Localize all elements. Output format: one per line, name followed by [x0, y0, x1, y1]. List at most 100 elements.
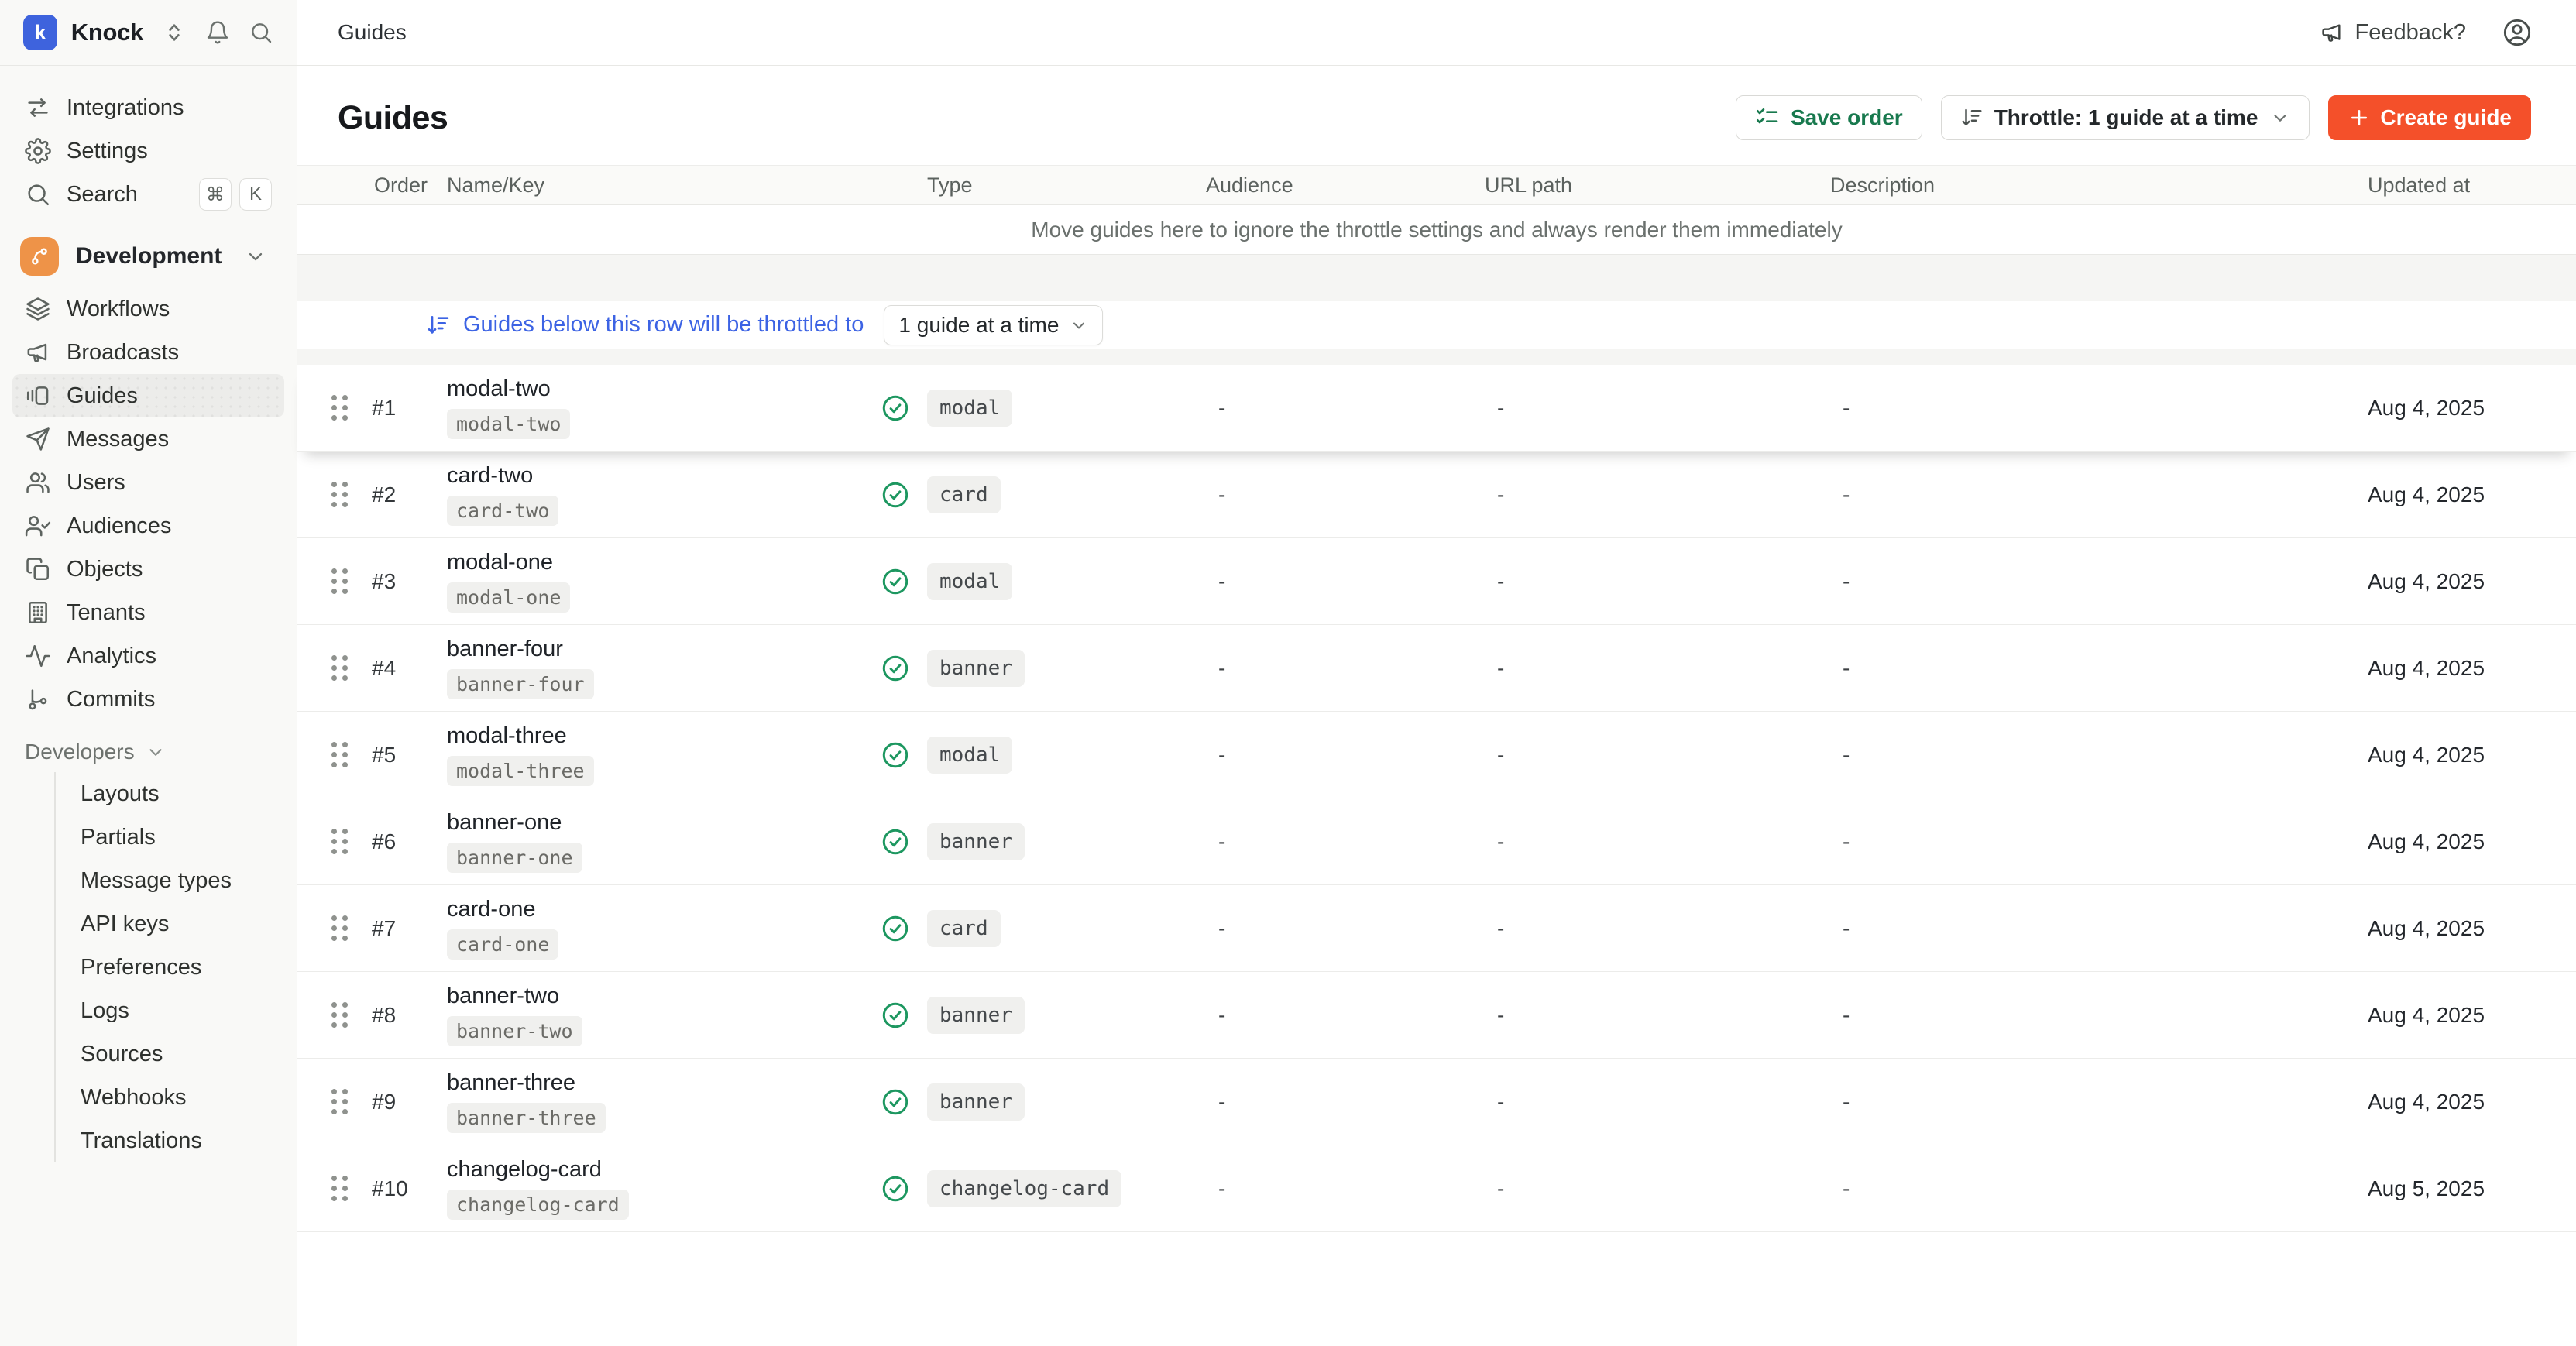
status-cell [881, 393, 927, 423]
guide-row[interactable]: #9 banner-three banner-three banner - - … [297, 1059, 2576, 1145]
guide-row[interactable]: #3 modal-one modal-one modal - - - Aug 4… [297, 538, 2576, 625]
sidebar-subitem-label: Webhooks [81, 1085, 187, 1111]
sidebar-subitem-logs[interactable]: Logs [56, 989, 284, 1032]
name-key-cell: modal-two modal-two [447, 376, 881, 439]
status-cell [881, 1087, 927, 1117]
sidebar: k Knock IntegrationsSettingsSearch⌘K Dev… [0, 0, 297, 1346]
developers-sub-list: Layouts Partials Message types API keys Pref… [54, 772, 284, 1162]
account-avatar-icon[interactable] [2502, 17, 2533, 48]
status-cell [881, 827, 927, 857]
guide-url-path: - [1485, 1003, 1830, 1028]
guide-audience: - [1206, 482, 1485, 507]
guide-row[interactable]: #7 card-one card-one card - - - Aug 4, 2… [297, 885, 2576, 972]
create-guide-label: Create guide [2380, 105, 2512, 130]
drag-handle-icon[interactable] [331, 568, 349, 595]
guide-key-badge: banner-four [447, 669, 594, 699]
type-cell: card [927, 476, 1206, 513]
sidebar-subitem-label: Partials [81, 825, 156, 850]
chevron-down-icon [2270, 108, 2290, 128]
sidebar-item-tenants[interactable]: Tenants [12, 591, 284, 634]
sidebar-item-guides[interactable]: Guides [12, 374, 284, 417]
sidebar-subitem-preferences[interactable]: Preferences [56, 946, 284, 989]
guide-audience: - [1206, 1003, 1485, 1028]
guide-description: - [1830, 1003, 2368, 1028]
drag-handle-icon[interactable] [331, 829, 349, 855]
sidebar-subitem-webhooks[interactable]: Webhooks [56, 1076, 284, 1119]
unthrottled-drop-zone[interactable]: Move guides here to ignore the throttle … [297, 205, 2576, 255]
drop-zone-note: Move guides here to ignore the throttle … [1031, 218, 1842, 242]
sidebar-item-search[interactable]: Search⌘K [12, 173, 284, 216]
sidebar-item-objects[interactable]: Objects [12, 548, 284, 591]
column-header-url-path: URL path [1485, 173, 1830, 197]
drag-handle-icon[interactable] [331, 482, 349, 508]
sidebar-item-integrations[interactable]: Integrations [12, 86, 284, 129]
header-search-icon[interactable] [249, 20, 273, 45]
developers-section-toggle[interactable]: Developers [12, 732, 284, 772]
guide-name: modal-two [447, 376, 881, 402]
sidebar-subitem-layouts[interactable]: Layouts [56, 772, 284, 815]
throttle-button-label: Throttle: 1 guide at a time [1994, 105, 2258, 130]
drag-handle-icon[interactable] [331, 915, 349, 942]
environment-switcher[interactable]: Development [12, 233, 284, 280]
guide-description: - [1830, 916, 2368, 941]
guide-type-badge: modal [927, 563, 1012, 600]
settings-icon [25, 138, 51, 164]
sidebar-item-audiences[interactable]: Audiences [12, 504, 284, 548]
sidebar-item-messages[interactable]: Messages [12, 417, 284, 461]
guide-key-badge: card-two [447, 496, 558, 526]
sidebar-subitem-translations[interactable]: Translations [56, 1119, 284, 1162]
guide-name: changelog-card [447, 1157, 881, 1183]
sidebar-subitem-partials[interactable]: Partials [56, 815, 284, 859]
guide-row[interactable]: #2 card-two card-two card - - - Aug 4, 2… [297, 452, 2576, 538]
status-cell [881, 480, 927, 510]
sidebar-item-label: Search [67, 182, 138, 208]
sidebar-primary-items: Integrations Settings Search⌘K [12, 86, 284, 216]
guide-type-badge: modal [927, 390, 1012, 427]
guide-name: banner-three [447, 1070, 881, 1096]
drag-handle-icon[interactable] [331, 395, 349, 421]
sidebar-item-analytics[interactable]: Analytics [12, 634, 284, 678]
guide-key-badge: banner-three [447, 1103, 606, 1133]
sidebar-item-label: Objects [67, 557, 143, 582]
drag-handle-icon[interactable] [331, 655, 349, 682]
guide-row[interactable]: #6 banner-one banner-one banner - - - Au… [297, 798, 2576, 885]
sidebar-subitem-api-keys[interactable]: API keys [56, 902, 284, 946]
guide-type-badge: changelog-card [927, 1170, 1121, 1207]
guide-row[interactable]: #5 modal-three modal-three modal - - - A… [297, 712, 2576, 798]
guide-description: - [1830, 1176, 2368, 1201]
sidebar-item-label: Settings [67, 139, 148, 164]
drag-handle-icon[interactable] [331, 742, 349, 768]
sidebar-subitem-label: Layouts [81, 781, 160, 807]
drag-handle-icon[interactable] [331, 1002, 349, 1028]
throttle-count-select[interactable]: 1 guide at a time [884, 305, 1103, 345]
notifications-bell-icon[interactable] [205, 20, 230, 45]
workspace-selector-icon[interactable] [162, 20, 187, 45]
sidebar-item-broadcasts[interactable]: Broadcasts [12, 331, 284, 374]
sidebar-subitem-label: API keys [81, 912, 169, 937]
drag-handle-icon[interactable] [331, 1089, 349, 1115]
guide-row[interactable]: #10 changelog-card changelog-card change… [297, 1145, 2576, 1232]
guide-order: #4 [372, 656, 396, 681]
status-cell [881, 1174, 927, 1204]
guide-type-badge: modal [927, 737, 1012, 774]
sidebar-item-users[interactable]: Users [12, 461, 284, 504]
sidebar-subitem-message-types[interactable]: Message types [56, 859, 284, 902]
drag-handle-icon[interactable] [331, 1176, 349, 1202]
sidebar-item-commits[interactable]: Commits [12, 678, 284, 721]
sidebar-subitem-sources[interactable]: Sources [56, 1032, 284, 1076]
order-cell: #10 [297, 1176, 447, 1202]
create-guide-button[interactable]: Create guide [2328, 95, 2531, 140]
sidebar-item-settings[interactable]: Settings [12, 129, 284, 173]
sidebar-item-label: Analytics [67, 644, 156, 669]
guide-row[interactable]: #4 banner-four banner-four banner - - - … [297, 625, 2576, 712]
sidebar-item-workflows[interactable]: Workflows [12, 287, 284, 331]
guide-row[interactable]: #8 banner-two banner-two banner - - - Au… [297, 972, 2576, 1059]
guide-name: card-one [447, 897, 881, 922]
feedback-button[interactable]: Feedback? [2320, 20, 2467, 46]
throttle-dropdown-button[interactable]: Throttle: 1 guide at a time [1941, 95, 2310, 140]
save-order-button[interactable]: Save order [1736, 95, 1922, 140]
guide-description: - [1830, 656, 2368, 681]
type-cell: modal [927, 563, 1206, 600]
guide-description: - [1830, 569, 2368, 594]
guide-row[interactable]: #1 modal-two modal-two modal - - - Aug 4… [297, 365, 2576, 452]
